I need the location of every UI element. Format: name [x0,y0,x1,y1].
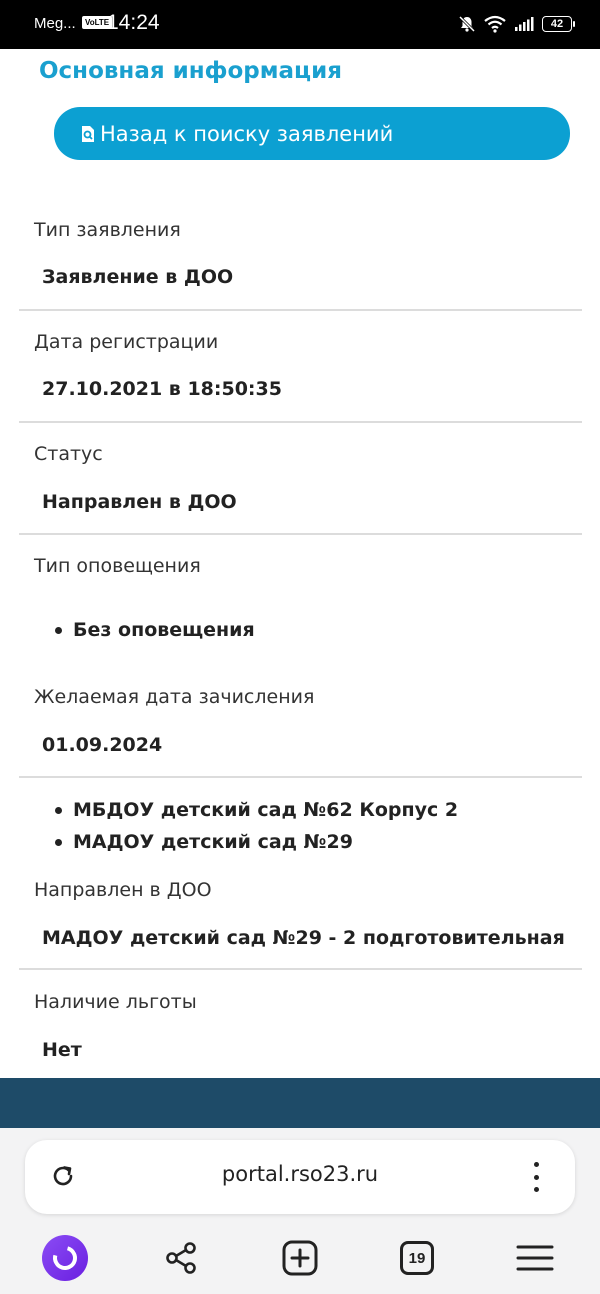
benefit-label: Наличие льготы [34,991,197,1013]
alice-assistant-button[interactable] [41,1234,89,1282]
reg-date-value: 27.10.2021 в 18:50:35 [42,378,282,400]
clock: 14:24 [107,11,160,34]
tabs-count-icon: 19 [400,1241,434,1275]
document-search-icon [80,125,96,143]
divider [19,309,582,311]
status-label: Статус [34,443,103,465]
status-bar: Meg... VoLTE 14:24 42 [0,0,600,49]
list-item: МАДОУ детский сад №29 [55,831,353,853]
alice-icon [42,1235,88,1281]
divider [19,776,582,778]
divider [19,421,582,423]
back-button-label: Назад к поиску заявлений [100,121,394,146]
desired-date-value: 01.09.2024 [42,734,163,756]
address-bar[interactable]: portal.rso23.ru [25,1140,575,1214]
bullet-icon [55,806,62,814]
status-icons: 42 [458,13,575,35]
desired-date-label: Желаемая дата зачисления [34,686,315,708]
url-text[interactable]: portal.rso23.ru [25,1162,575,1186]
wifi-icon [484,15,506,33]
reg-date-label: Дата регистрации [34,331,219,353]
assigned-doo-label: Направлен в ДОО [34,879,212,901]
bell-muted-icon [458,15,476,33]
plus-square-icon [282,1240,318,1276]
battery-level: 42 [550,18,564,30]
app-type-label: Тип заявления [34,219,181,241]
app-type-value: Заявление в ДОО [42,266,234,288]
status-value: Направлен в ДОО [42,491,237,513]
new-tab-button[interactable] [276,1234,324,1282]
back-to-search-button[interactable]: Назад к поиску заявлений [54,107,570,160]
list-item: МБДОУ детский сад №62 Корпус 2 [55,799,458,821]
battery-icon: 42 [542,16,575,32]
more-menu-icon[interactable] [523,1158,549,1196]
assigned-doo-value: МАДОУ детский сад №29 - 2 подготовительн… [42,927,565,949]
bullet-icon [55,626,62,634]
preferred-doo-item: МБДОУ детский сад №62 Корпус 2 [73,799,459,821]
site-footer [0,1078,600,1128]
bullet-icon [55,838,62,846]
menu-button[interactable] [511,1234,559,1282]
preferred-doo-item: МАДОУ детский сад №29 [73,831,353,853]
share-button[interactable] [157,1234,205,1282]
divider [19,533,582,535]
signal-icon [515,17,534,31]
hamburger-menu-icon [516,1245,554,1271]
benefit-value: Нет [42,1039,82,1061]
list-item: Без оповещения [55,619,255,641]
notify-type-item: Без оповещения [73,619,255,641]
notify-type-label: Тип оповещения [34,555,201,577]
carrier-name: Meg... [34,15,76,32]
tabs-button[interactable]: 19 [393,1234,441,1282]
page-title: Основная информация [39,58,342,84]
share-icon [166,1242,196,1274]
divider [19,968,582,970]
